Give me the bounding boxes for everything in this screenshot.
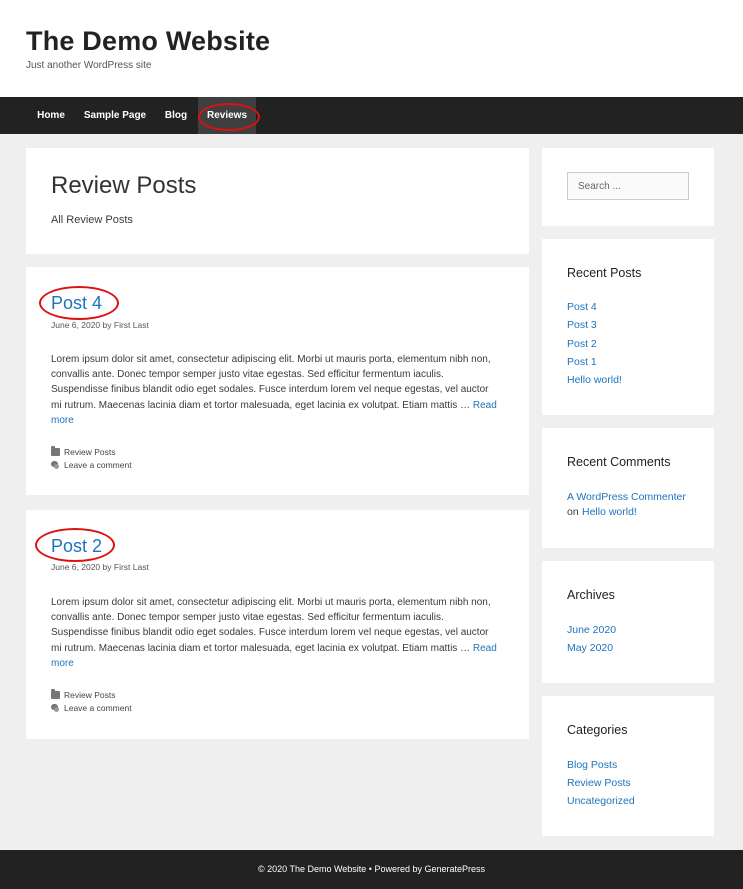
comment-post-link[interactable]: Hello world! [582, 506, 637, 518]
post-excerpt-text: Lorem ipsum dolor sit amet, consectetur … [51, 354, 491, 411]
footer-copyright: © 2020 The Demo Website • Powered by Gen… [257, 864, 486, 874]
archives-widget [542, 561, 714, 683]
post-excerpt-text: Lorem ipsum dolor sit amet, consectetur … [51, 597, 491, 654]
comments-link[interactable]: Leave a comment [64, 703, 132, 713]
primary-navigation: Home Sample Page Blog Reviews [0, 97, 743, 134]
post-excerpt: Lorem ipsum dolor sit amet, consectetur … [51, 595, 501, 671]
post-date[interactable]: June 6, 2020 [51, 562, 100, 572]
post-footer: Review Posts Leave a comment [51, 445, 132, 471]
site-footer: © 2020 The Demo Website • Powered by Gen… [0, 850, 743, 889]
site-description: Just another WordPress site [26, 60, 152, 71]
post-meta: June 6, 2020 by First Last [51, 562, 149, 572]
post-author[interactable]: First Last [114, 320, 149, 330]
archive-header [26, 148, 529, 254]
post-by: by [102, 320, 112, 330]
page-title: Review Posts [51, 172, 197, 199]
site-header: The Demo Website Just another WordPress … [0, 0, 743, 97]
post-footer: Review Posts Leave a comment [51, 688, 132, 714]
category-link[interactable]: Uncategorized [567, 795, 635, 807]
post-by: by [102, 562, 112, 572]
recent-post-link[interactable]: Hello world! [567, 374, 622, 386]
comment-author-link[interactable]: A WordPress Commenter [567, 491, 686, 503]
category-link[interactable]: Review Posts [567, 777, 631, 789]
recent-post-link[interactable]: Post 2 [567, 338, 597, 350]
folder-icon [51, 445, 60, 456]
nav-item-reviews[interactable]: Reviews [198, 97, 256, 134]
recent-comments-widget [542, 428, 714, 548]
archive-link[interactable]: May 2020 [567, 642, 613, 654]
nav-item-blog[interactable]: Blog [154, 97, 198, 134]
nav-item-home[interactable]: Home [26, 97, 76, 134]
recent-post-link[interactable]: Post 4 [567, 301, 597, 313]
archive-link[interactable]: June 2020 [567, 624, 616, 636]
site-title[interactable]: The Demo Website [26, 26, 270, 57]
post-meta: June 6, 2020 by First Last [51, 320, 149, 330]
folder-icon [51, 688, 60, 699]
post-date[interactable]: June 6, 2020 [51, 320, 100, 330]
search-input[interactable] [567, 172, 689, 200]
recent-posts-title: Recent Posts [567, 266, 642, 280]
nav-item-sample-page[interactable]: Sample Page [76, 97, 154, 134]
recent-comments-title: Recent Comments [567, 455, 671, 469]
post-title-link[interactable]: Post 2 [51, 536, 102, 557]
recent-post-link[interactable]: Post 1 [567, 356, 597, 368]
recent-post-link[interactable]: Post 3 [567, 319, 597, 331]
comment-icon [51, 703, 60, 712]
archive-description: All Review Posts [51, 214, 133, 226]
post-author[interactable]: First Last [114, 562, 149, 572]
category-link[interactable]: Blog Posts [567, 759, 617, 771]
post-title-link[interactable]: Post 4 [51, 293, 102, 314]
category-link[interactable]: Review Posts [64, 690, 116, 700]
archives-title: Archives [567, 588, 615, 602]
comment-icon [51, 460, 60, 469]
categories-title: Categories [567, 723, 628, 737]
post-excerpt: Lorem ipsum dolor sit amet, consectetur … [51, 352, 501, 428]
comments-link[interactable]: Leave a comment [64, 460, 132, 470]
comment-on-text: on [567, 506, 579, 518]
category-link[interactable]: Review Posts [64, 447, 116, 457]
